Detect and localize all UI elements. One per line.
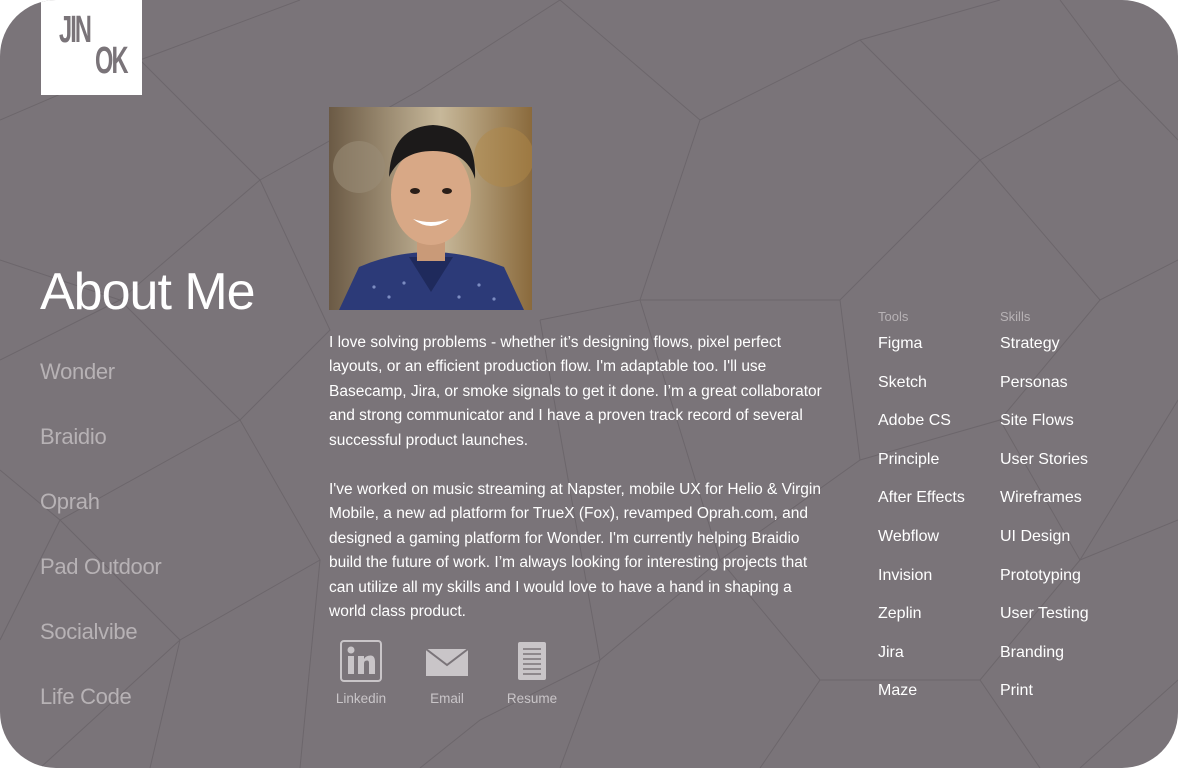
linkedin-icon	[340, 640, 382, 682]
resume-label: Resume	[506, 691, 558, 706]
logo-text-bottom: OK	[95, 40, 128, 82]
envelope-icon	[425, 648, 469, 676]
skill-item: Print	[1000, 682, 1033, 700]
tool-item: Sketch	[878, 373, 927, 391]
logo-text-top: JIN	[59, 9, 92, 51]
email-link[interactable]: Email	[420, 640, 474, 706]
tool-item: Invision	[878, 566, 933, 584]
nav-item-wonder[interactable]: Wonder	[40, 355, 161, 420]
email-label: Email	[430, 691, 464, 706]
nav-item-braidio[interactable]: Braidio	[40, 420, 161, 485]
page-title: About Me	[40, 263, 256, 321]
skill-item: UI Design	[1000, 527, 1071, 545]
tool-item: Jira	[878, 643, 904, 661]
tool-item: Webflow	[878, 527, 940, 545]
tool-item: After Effects	[878, 489, 965, 507]
skill-item: Strategy	[1000, 335, 1060, 352]
document-icon	[518, 642, 546, 680]
skill-item: Branding	[1000, 643, 1065, 661]
nav-item-socialvibe[interactable]: Socialvibe	[40, 615, 161, 680]
tools-list: Figma Sketch Adobe CS Principle After Ef…	[878, 330, 965, 716]
nav-item-oprah[interactable]: Oprah	[40, 485, 161, 550]
linkedin-link[interactable]: Linkedin	[330, 640, 392, 706]
tool-item: Zeplin	[878, 605, 922, 623]
logo[interactable]: JIN OK	[41, 0, 142, 95]
skill-item: Wireframes	[1000, 489, 1082, 507]
tool-item: Adobe CS	[878, 412, 951, 430]
tool-item: Principle	[878, 450, 940, 468]
tool-item: Figma	[878, 335, 923, 352]
skill-item: Personas	[1000, 373, 1068, 391]
skill-item: User Testing	[1000, 605, 1089, 623]
profile-photo	[329, 107, 532, 310]
nav-item-pad-outdoor[interactable]: Pad Outdoor	[40, 550, 162, 615]
skill-item: Site Flows	[1000, 412, 1074, 430]
skill-item: User Stories	[1000, 450, 1089, 468]
resume-link[interactable]: Resume	[502, 640, 562, 706]
tool-item: Maze	[878, 682, 918, 700]
skill-item: Prototyping	[1000, 566, 1081, 584]
skills-heading: Skills	[1000, 309, 1031, 324]
nav-item-life-code[interactable]: Life Code	[40, 680, 161, 745]
linkedin-label: Linkedin	[335, 691, 387, 706]
skills-list: Strategy Personas Site Flows User Storie…	[1000, 330, 1089, 716]
bio-paragraph-1: I love solving problems - whether it’s d…	[329, 334, 822, 449]
project-nav: Wonder Braidio Oprah Pad Outdoor Socialv…	[40, 355, 162, 745]
tools-heading: Tools	[878, 309, 909, 324]
bio-paragraph-2: I've worked on music streaming at Napste…	[329, 481, 821, 621]
page-frame: JIN OK About Me Wonder Braidio Oprah Pad…	[0, 0, 1178, 768]
